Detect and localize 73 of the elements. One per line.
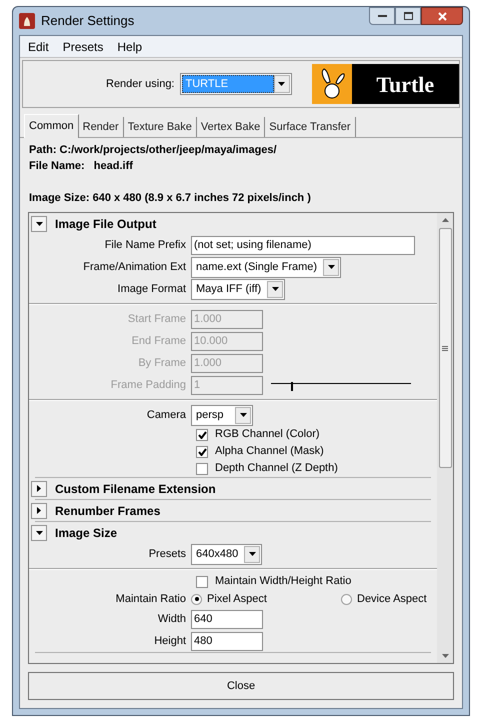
tab[interactable]: Common: [24, 114, 79, 138]
radio-button[interactable]: [341, 594, 352, 604]
section-toggle[interactable]: [31, 480, 47, 496]
caret-icon: [37, 507, 41, 514]
dropdown[interactable]: name.ext (Single Frame): [191, 256, 342, 278]
field-label: Presets: [148, 548, 186, 560]
section-title: Custom Filename Extension: [55, 480, 216, 498]
tab[interactable]: Surface Transfer: [265, 117, 356, 137]
checkbox[interactable]: [196, 428, 208, 440]
caret-icon: [328, 265, 335, 269]
section-title: Renumber Frames: [55, 502, 160, 520]
field-label: Height: [154, 634, 186, 647]
dropdown[interactable]: persp: [191, 404, 253, 426]
caret-icon: [36, 530, 42, 534]
window-title: Render Settings: [41, 12, 134, 30]
caret-icon: [240, 413, 246, 417]
scrollbar[interactable]: [437, 213, 453, 663]
field-label: Image Format: [118, 282, 186, 295]
tab[interactable]: Vertex Bake: [196, 117, 266, 137]
field-label: File Name Prefix: [104, 238, 186, 251]
tab[interactable]: Texture Bake: [124, 117, 197, 137]
field-label: Frame Padding: [110, 378, 186, 391]
menu-item[interactable]: Presets: [62, 38, 104, 56]
dropdown[interactable]: 640x480: [191, 544, 262, 564]
caret-icon: [36, 222, 42, 226]
caret-icon: [248, 552, 256, 556]
section-toggle[interactable]: [31, 216, 47, 232]
text-field[interactable]: 640: [191, 610, 263, 628]
checkbox[interactable]: [196, 462, 208, 474]
section-title: Image Size: [55, 524, 118, 542]
section-toggle[interactable]: [31, 502, 47, 518]
checkbox-label: RGB Channel (Color): [215, 427, 320, 442]
checkbox[interactable]: [196, 576, 208, 588]
field-label: By Frame: [138, 356, 186, 369]
slider-track[interactable]: [271, 379, 411, 391]
field-label: Frame/Animation Ext: [83, 260, 186, 273]
image-size-text: Image Size: 640 x 480 (8.9 x 6.7 inches 72 pixels/inch ): [29, 191, 312, 206]
field-label: Start Frame: [128, 312, 186, 325]
close-window-button[interactable]: [421, 7, 463, 25]
text-field[interactable]: (not set; using filename): [191, 236, 415, 254]
caret-icon: [37, 485, 41, 492]
dropdown[interactable]: Maya IFF (iff): [191, 278, 286, 300]
radio-label: Device Aspect: [357, 592, 427, 607]
maximize-button[interactable]: [395, 7, 421, 25]
checkbox-label: Depth Channel (Z Depth): [215, 461, 338, 476]
logo-text: Turtle: [376, 70, 434, 98]
file-name-text: File Name: head.iff: [29, 159, 134, 174]
menu-item[interactable]: Help: [117, 38, 142, 56]
checkbox-label: Alpha Channel (Mask): [215, 444, 324, 460]
menu-item[interactable]: Edit: [28, 38, 49, 56]
tab[interactable]: Render: [78, 117, 124, 137]
section-title: Image File Output: [55, 216, 156, 232]
close-icon: [438, 12, 446, 20]
field-label: Camera: [146, 408, 186, 421]
scroll-down-icon[interactable]: [442, 654, 448, 658]
close-button[interactable]: Close: [28, 672, 454, 700]
radio-button[interactable]: [191, 594, 202, 604]
app-icon: [19, 13, 35, 29]
grip-icon: [442, 346, 448, 350]
field-label: End Frame: [132, 334, 186, 347]
render-using-label: Render using:: [106, 76, 174, 92]
scroll-up-icon[interactable]: [442, 218, 448, 222]
minimize-button[interactable]: [369, 7, 395, 25]
caret-icon: [278, 82, 285, 86]
field-label: Width: [158, 612, 186, 625]
checkbox-label: Maintain Width/Height Ratio: [215, 574, 352, 590]
radio-label: Pixel Aspect: [207, 592, 267, 607]
caret-icon: [272, 287, 279, 291]
path-text: Path: C:/work/projects/other/jeep/maya/images/: [29, 143, 278, 158]
checkbox[interactable]: [196, 446, 208, 458]
section-toggle[interactable]: [31, 524, 47, 540]
field-label: Maintain Ratio: [116, 592, 186, 605]
text-field[interactable]: 480: [191, 632, 263, 650]
